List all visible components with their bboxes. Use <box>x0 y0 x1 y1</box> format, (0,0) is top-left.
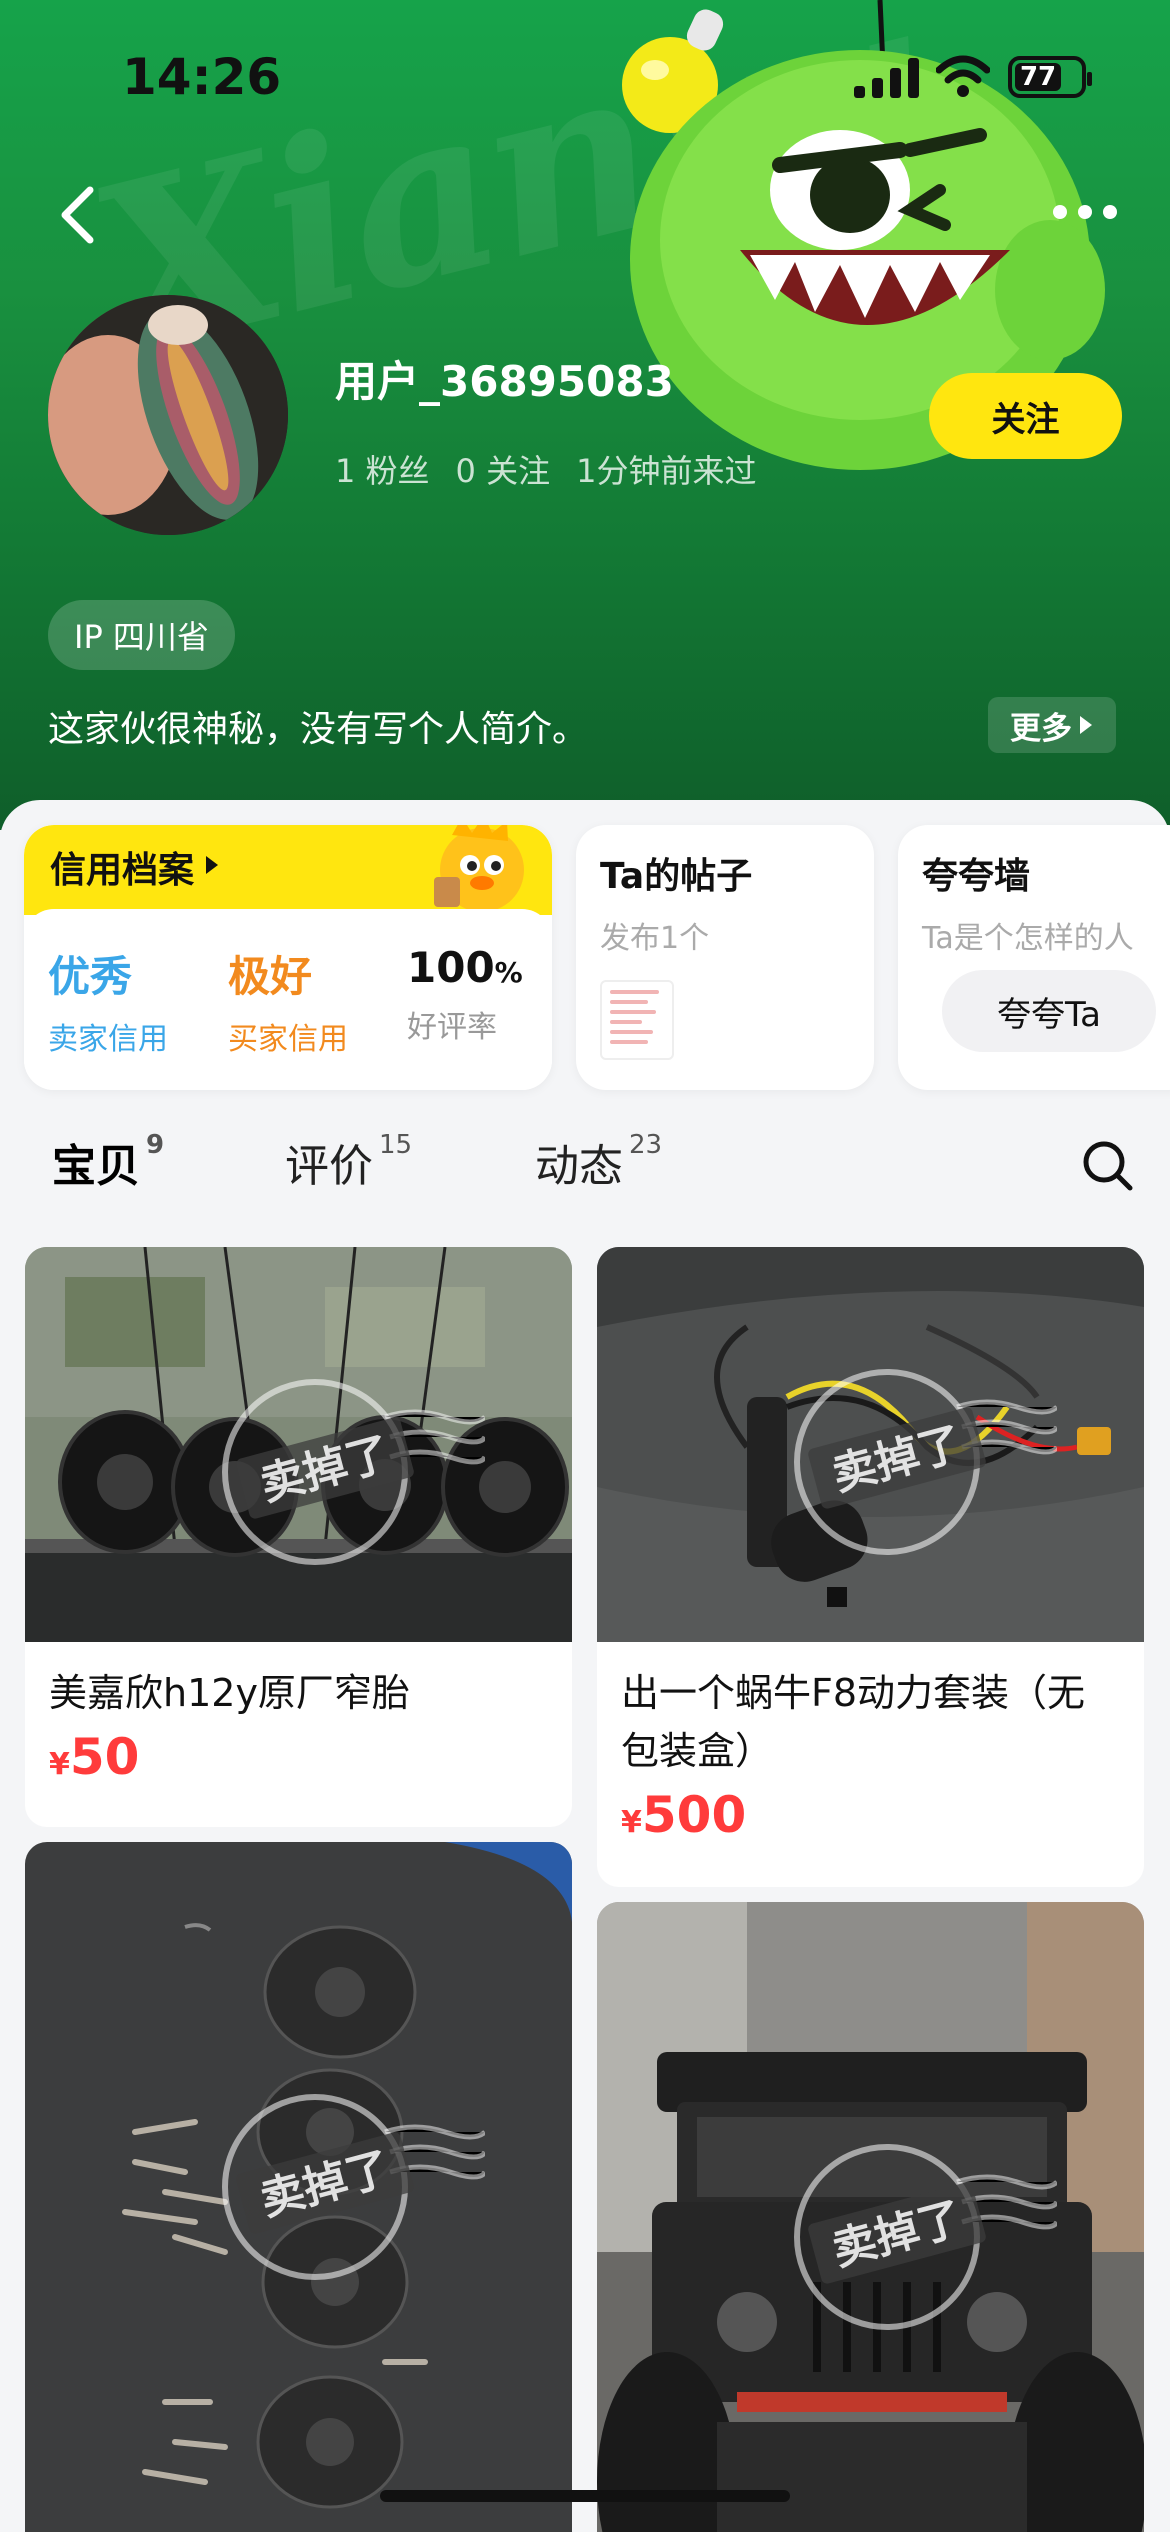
tab-items[interactable]: 宝贝 9 <box>52 1130 165 1196</box>
status-time: 14:26 <box>122 48 282 106</box>
sold-stamp-icon: 卖掉了 <box>794 2144 1057 2330</box>
buyer-credit: 极好 买家信用 <box>228 943 348 1058</box>
following-count[interactable]: 0 关注 <box>456 446 551 492</box>
product-price: ¥50 <box>25 1722 572 1800</box>
content-tabs: 宝贝 9 评价 15 动态 23 <box>0 1130 1170 1210</box>
product-card[interactable]: 卖掉了 出一个蜗牛F8动力套装（无包装盒） ¥500 <box>597 1247 1144 1887</box>
wifi-icon <box>936 55 990 97</box>
search-icon[interactable] <box>1080 1138 1136 1194</box>
product-image: 卖掉了 <box>597 1902 1144 2532</box>
positive-rating-label: 好评率 <box>407 1010 497 1045</box>
credit-profile-card[interactable]: 信用档案 优秀 卖家信用 极好 买家信用 100% 好评率 <box>24 825 552 1090</box>
caret-right-icon <box>206 856 219 874</box>
battery-icon: 77 <box>1008 56 1092 98</box>
bio-text: 这家伙很神秘，没有写个人简介。 <box>48 709 589 750</box>
battery-level: 77 <box>1015 62 1062 92</box>
product-card[interactable]: 卖掉了 <box>25 1842 572 2532</box>
seller-credit-value: 优秀 <box>48 952 133 1001</box>
credit-card-title: 信用档案 <box>50 850 195 891</box>
price-currency: ¥ <box>49 1747 70 1782</box>
sold-stamp-icon: 卖掉了 <box>794 1369 1057 1555</box>
tab-activity-label: 动态 <box>535 1141 623 1192</box>
status-bar: 14:26 77 <box>0 0 1170 150</box>
price-value: 500 <box>641 1786 747 1844</box>
product-image: 卖掉了 <box>25 1247 572 1642</box>
price-currency: ¥ <box>621 1805 642 1840</box>
more-options-icon[interactable] <box>1050 192 1120 232</box>
ip-location-badge: IP 四川省 <box>48 600 235 670</box>
product-image: 卖掉了 <box>597 1247 1144 1642</box>
followers-count[interactable]: 1 粉丝 <box>335 446 430 492</box>
tab-activity[interactable]: 动态 23 <box>535 1130 662 1194</box>
tab-reviews[interactable]: 评价 15 <box>285 1130 412 1194</box>
sold-stamp-icon: 卖掉了 <box>222 2094 485 2280</box>
buyer-credit-label: 买家信用 <box>228 1022 348 1057</box>
signal-icon <box>854 58 919 98</box>
home-indicator[interactable] <box>380 2490 790 2502</box>
product-title: 出一个蜗牛F8动力套装（无包装盒） <box>621 1671 1086 1773</box>
praise-wall-subtitle: Ta是个怎样的人 <box>922 921 1134 956</box>
positive-rating-unit: % <box>494 956 523 989</box>
posts-card-subtitle: 发布1个 <box>600 921 710 956</box>
post-thumbnail[interactable] <box>600 980 674 1060</box>
username: 用户_36895083 <box>335 357 674 406</box>
product-price: ¥500 <box>597 1780 1144 1858</box>
caret-right-icon <box>1080 716 1092 734</box>
last-seen: 1分钟前来过 <box>576 452 757 490</box>
product-title: 美嘉欣h12y原厂窄胎 <box>49 1671 410 1715</box>
posts-card-title: Ta的帖子 <box>600 856 753 897</box>
content-sheet: 信用档案 优秀 卖家信用 极好 买家信用 100% 好评率 Ta的帖子 发布1个… <box>0 800 1170 2532</box>
price-value: 50 <box>69 1728 140 1786</box>
positive-rating-value: 100 <box>407 943 495 992</box>
posts-card[interactable]: Ta的帖子 发布1个 <box>576 825 874 1090</box>
product-image: 卖掉了 <box>25 1842 572 2532</box>
more-info-label: 更多 <box>1010 710 1072 747</box>
product-card[interactable]: 卖掉了 美嘉欣h12y原厂窄胎 ¥50 <box>25 1247 572 1827</box>
seller-credit: 优秀 卖家信用 <box>48 943 168 1058</box>
praise-wall-title: 夸夸墙 <box>922 856 1031 897</box>
back-arrow-icon[interactable] <box>50 180 110 250</box>
sold-stamp-icon: 卖掉了 <box>222 1379 485 1565</box>
credit-card-body: 优秀 卖家信用 极好 买家信用 100% 好评率 <box>24 909 552 1090</box>
praise-button[interactable]: 夸夸Ta <box>942 970 1156 1052</box>
seller-credit-label: 卖家信用 <box>48 1022 168 1057</box>
praise-wall-card[interactable]: 夸夸墙 Ta是个怎样的人 夸夸Ta <box>898 825 1170 1090</box>
tab-activity-count: 23 <box>629 1130 663 1160</box>
tab-reviews-count: 15 <box>379 1130 413 1160</box>
tab-reviews-label: 评价 <box>285 1141 373 1192</box>
buyer-credit-value: 极好 <box>228 952 313 1001</box>
more-info-button[interactable]: 更多 <box>988 697 1116 753</box>
follow-button[interactable]: 关注 <box>929 373 1122 459</box>
tab-items-label: 宝贝 <box>52 1141 140 1192</box>
avatar[interactable] <box>48 295 288 535</box>
avatar-fish-photo <box>48 295 288 535</box>
product-card[interactable]: 卖掉了 <box>597 1902 1144 2532</box>
tab-items-count: 9 <box>146 1130 165 1160</box>
profile-header: Xianyu 14:26 77 用户_36895083 1 粉丝 0 关注 1分… <box>0 0 1170 830</box>
profile-stats: 1 粉丝 0 关注 1分钟前来过 <box>335 446 756 492</box>
positive-rating: 100% 好评率 <box>407 943 523 1046</box>
